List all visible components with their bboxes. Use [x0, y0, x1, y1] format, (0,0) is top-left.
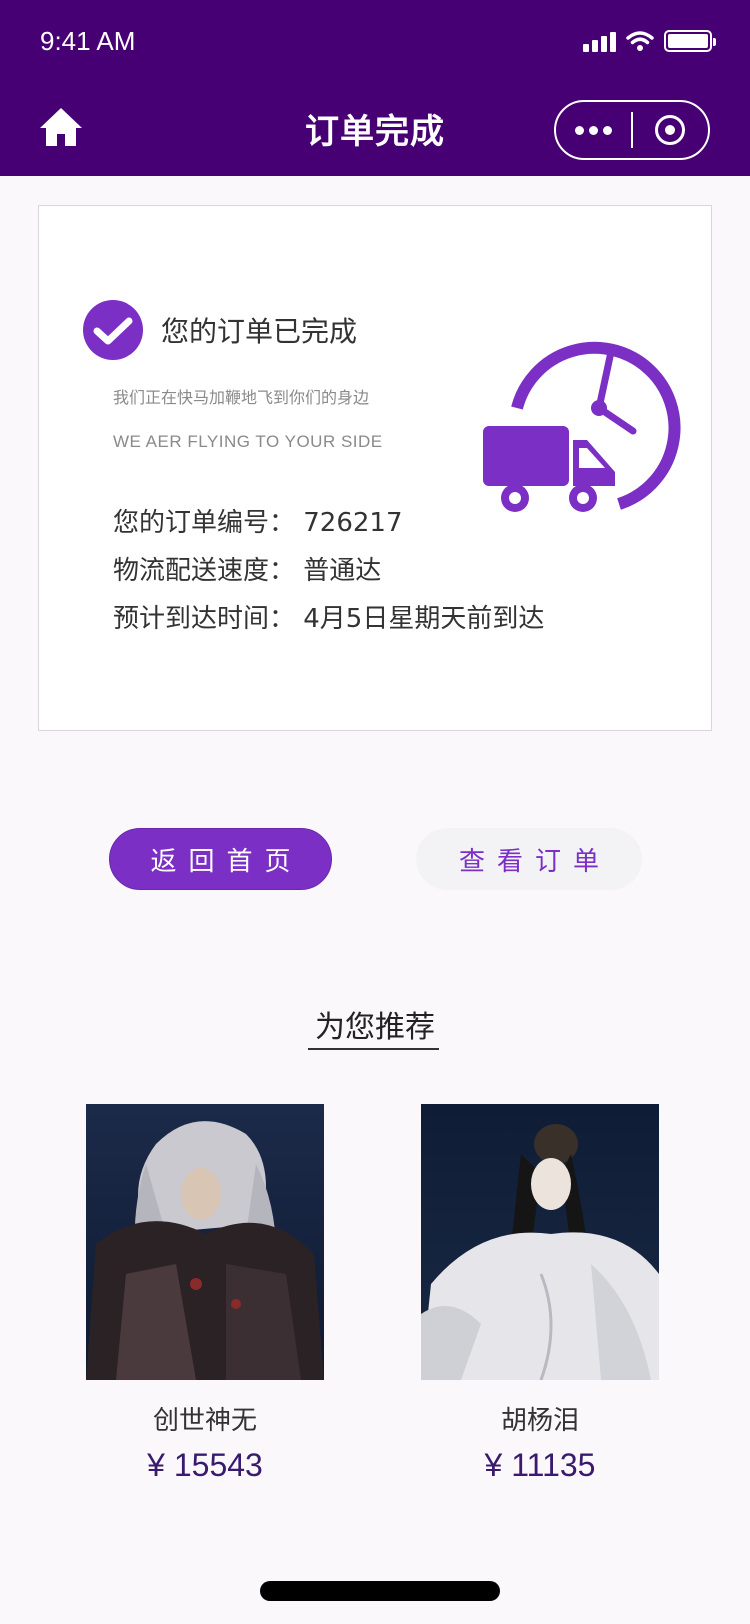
recommend-title-underline: [308, 1048, 439, 1050]
estimated-arrival: 预计到达时间： 4月5日星期天前到达: [113, 604, 545, 634]
product-image[interactable]: [86, 1104, 324, 1380]
product-name[interactable]: 胡杨泪: [421, 1400, 659, 1437]
mini-program-capsule: [554, 100, 710, 160]
battery-icon: [664, 30, 716, 52]
top-bar: 9:41 AM 订单完成: [0, 0, 750, 176]
home-indicator: [260, 1581, 500, 1601]
status-time: 9:41 AM: [40, 26, 136, 56]
delivery-truck-clock-icon: [483, 341, 681, 512]
more-dots-icon[interactable]: [556, 125, 631, 135]
order-complete-card: 您的订单已完成 我们正在快马加鞭地飞到你们的身边 WE AER FLYING T…: [38, 205, 712, 731]
product-name[interactable]: 创世神无: [86, 1400, 324, 1437]
target-icon[interactable]: [633, 115, 708, 145]
order-number: 您的订单编号： 726217: [113, 508, 403, 538]
check-circle-icon: [83, 300, 143, 360]
back-home-button[interactable]: 返回首页: [109, 828, 332, 890]
recommend-title: 为您推荐: [315, 1010, 435, 1045]
view-order-button[interactable]: 查看订单: [416, 828, 642, 890]
product-card[interactable]: 创世神无 ¥ 15543: [86, 1104, 324, 1484]
wifi-icon: [626, 31, 654, 51]
product-price: ¥ 11135: [484, 1447, 596, 1483]
delivery-speed: 物流配送速度： 普通达: [113, 556, 382, 586]
subtitle-en: WE AER FLYING TO YOUR SIDE: [113, 432, 383, 451]
product-price: ¥ 15543: [147, 1447, 263, 1483]
subtitle-cn: 我们正在快马加鞭地飞到你们的身边: [113, 388, 370, 407]
status-icons: [583, 30, 716, 52]
product-card[interactable]: 胡杨泪 ¥ 11135: [421, 1104, 659, 1484]
product-image[interactable]: [421, 1104, 659, 1381]
signal-icon: [583, 30, 616, 52]
order-status-text: 您的订单已完成: [161, 315, 358, 348]
